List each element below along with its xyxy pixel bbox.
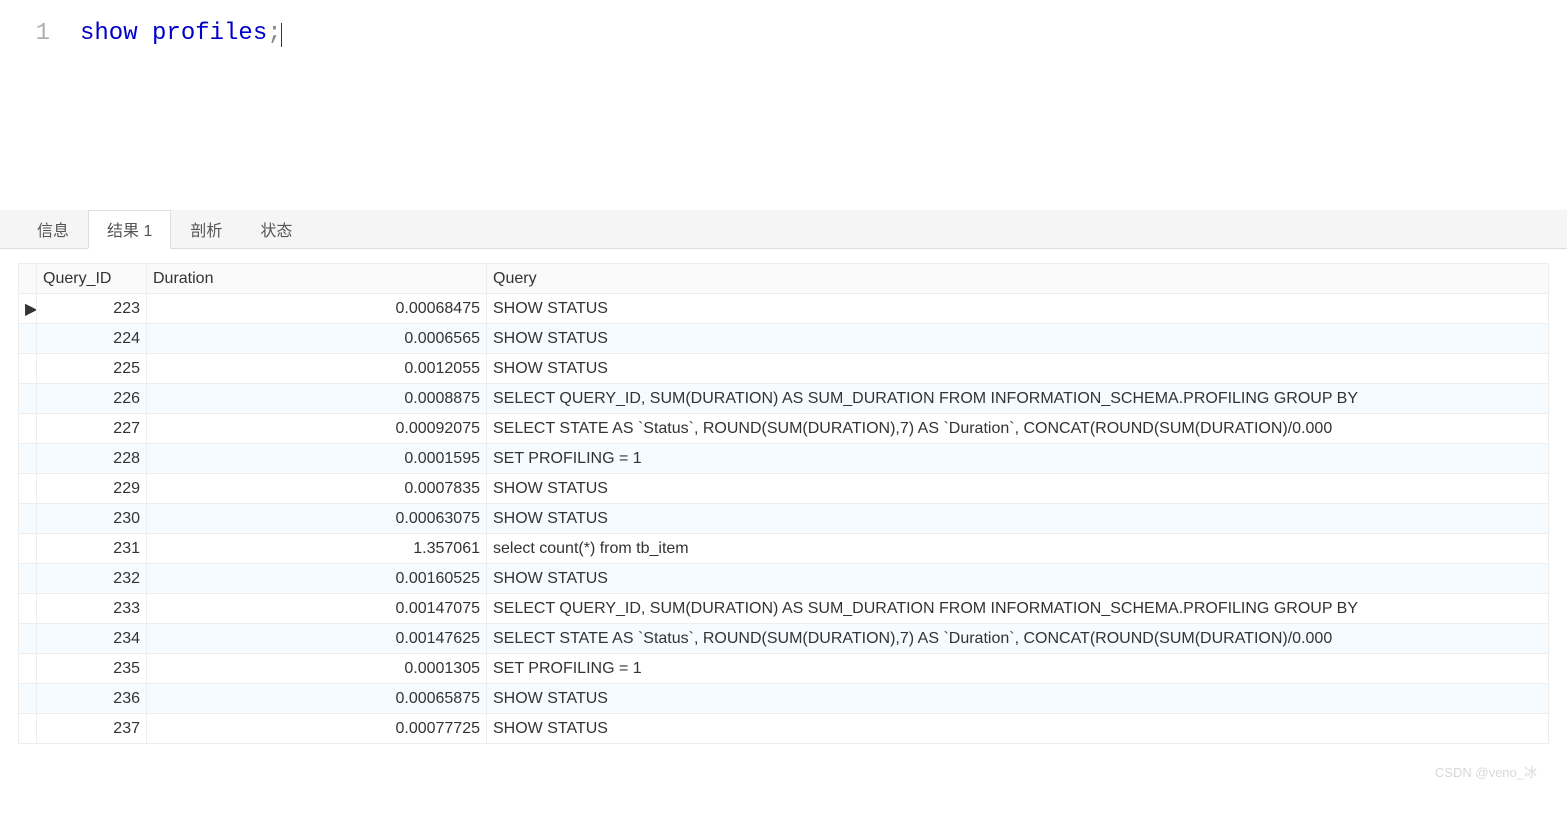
table-row[interactable]: 2320.00160525SHOW STATUS xyxy=(19,564,1549,594)
cell-query[interactable]: SHOW STATUS xyxy=(487,714,1549,744)
cell-query-id[interactable]: 232 xyxy=(37,564,147,594)
cell-duration[interactable]: 0.0001305 xyxy=(147,654,487,684)
cell-duration[interactable]: 1.357061 xyxy=(147,534,487,564)
table-row[interactable]: 2240.0006565SHOW STATUS xyxy=(19,324,1549,354)
cell-duration[interactable]: 0.00077725 xyxy=(147,714,487,744)
code-line: show profiles; xyxy=(80,20,282,47)
table-row[interactable]: 2300.00063075SHOW STATUS xyxy=(19,504,1549,534)
cell-query-id[interactable]: 230 xyxy=(37,504,147,534)
tab-2[interactable]: 剖析 xyxy=(171,210,241,248)
cell-query[interactable]: SET PROFILING = 1 xyxy=(487,444,1549,474)
cell-query[interactable]: select count(*) from tb_item xyxy=(487,534,1549,564)
row-selector[interactable] xyxy=(19,444,37,474)
result-tabs: 信息结果 1剖析状态 xyxy=(0,210,1567,249)
sql-editor[interactable]: 1 show profiles; xyxy=(0,0,1567,210)
table-row[interactable]: 2250.0012055SHOW STATUS xyxy=(19,354,1549,384)
cell-duration[interactable]: 0.00147075 xyxy=(147,594,487,624)
cell-query-id[interactable]: 226 xyxy=(37,384,147,414)
row-selector[interactable] xyxy=(19,384,37,414)
results-table[interactable]: Query_ID Duration Query ▶2230.00068475SH… xyxy=(18,263,1549,744)
cell-query-id[interactable]: 231 xyxy=(37,534,147,564)
cell-duration[interactable]: 0.00147625 xyxy=(147,624,487,654)
cell-query[interactable]: SELECT QUERY_ID, SUM(DURATION) AS SUM_DU… xyxy=(487,594,1549,624)
cell-duration[interactable]: 0.0012055 xyxy=(147,354,487,384)
row-selector[interactable]: ▶ xyxy=(19,294,37,324)
cell-query[interactable]: SET PROFILING = 1 xyxy=(487,654,1549,684)
row-selector[interactable] xyxy=(19,324,37,354)
cell-query-id[interactable]: 237 xyxy=(37,714,147,744)
cell-query[interactable]: SELECT STATE AS `Status`, ROUND(SUM(DURA… xyxy=(487,624,1549,654)
text-cursor-icon xyxy=(281,23,282,47)
cell-query-id[interactable]: 228 xyxy=(37,444,147,474)
cell-query[interactable]: SHOW STATUS xyxy=(487,324,1549,354)
tab-1[interactable]: 结果 1 xyxy=(88,210,171,249)
row-selector[interactable] xyxy=(19,504,37,534)
cell-query[interactable]: SHOW STATUS xyxy=(487,354,1549,384)
cell-query-id[interactable]: 224 xyxy=(37,324,147,354)
cell-query-id[interactable]: 235 xyxy=(37,654,147,684)
table-row[interactable]: 2290.0007835SHOW STATUS xyxy=(19,474,1549,504)
cell-query-id[interactable]: 234 xyxy=(37,624,147,654)
cell-duration[interactable]: 0.0007835 xyxy=(147,474,487,504)
column-header-query[interactable]: Query xyxy=(487,264,1549,294)
tab-0[interactable]: 信息 xyxy=(18,210,88,248)
table-row[interactable]: 2260.0008875SELECT QUERY_ID, SUM(DURATIO… xyxy=(19,384,1549,414)
watermark: CSDN @veno_冰 xyxy=(1435,762,1537,781)
cell-duration[interactable]: 0.0006565 xyxy=(147,324,487,354)
table-row[interactable]: 2270.00092075SELECT STATE AS `Status`, R… xyxy=(19,414,1549,444)
cell-query[interactable]: SELECT QUERY_ID, SUM(DURATION) AS SUM_DU… xyxy=(487,384,1549,414)
row-selector[interactable] xyxy=(19,354,37,384)
table-row[interactable]: 2370.00077725SHOW STATUS xyxy=(19,714,1549,744)
cell-duration[interactable]: 0.0001595 xyxy=(147,444,487,474)
cell-duration[interactable]: 0.00065875 xyxy=(147,684,487,714)
cell-duration[interactable]: 0.00092075 xyxy=(147,414,487,444)
row-selector[interactable] xyxy=(19,624,37,654)
cell-query-id[interactable]: 223 xyxy=(37,294,147,324)
cell-query-id[interactable]: 236 xyxy=(37,684,147,714)
table-row[interactable]: 2360.00065875SHOW STATUS xyxy=(19,684,1549,714)
cell-query-id[interactable]: 227 xyxy=(37,414,147,444)
cell-query[interactable]: SHOW STATUS xyxy=(487,474,1549,504)
table-row[interactable]: ▶2230.00068475SHOW STATUS xyxy=(19,294,1549,324)
table-row[interactable]: 2280.0001595SET PROFILING = 1 xyxy=(19,444,1549,474)
row-selector[interactable] xyxy=(19,654,37,684)
cell-duration[interactable]: 0.00068475 xyxy=(147,294,487,324)
cell-query-id[interactable]: 229 xyxy=(37,474,147,504)
cell-query-id[interactable]: 233 xyxy=(37,594,147,624)
row-selector[interactable] xyxy=(19,594,37,624)
row-selector[interactable] xyxy=(19,414,37,444)
row-selector[interactable] xyxy=(19,474,37,504)
cell-query[interactable]: SELECT STATE AS `Status`, ROUND(SUM(DURA… xyxy=(487,414,1549,444)
cell-query-id[interactable]: 225 xyxy=(37,354,147,384)
tab-3[interactable]: 状态 xyxy=(241,210,311,248)
cell-duration[interactable]: 0.0008875 xyxy=(147,384,487,414)
cell-duration[interactable]: 0.00063075 xyxy=(147,504,487,534)
table-row[interactable]: 2330.00147075SELECT QUERY_ID, SUM(DURATI… xyxy=(19,594,1549,624)
cell-query[interactable]: SHOW STATUS xyxy=(487,504,1549,534)
table-row[interactable]: 2340.00147625SELECT STATE AS `Status`, R… xyxy=(19,624,1549,654)
column-header-duration[interactable]: Duration xyxy=(147,264,487,294)
line-number: 1 xyxy=(20,20,80,47)
table-row[interactable]: 2311.357061select count(*) from tb_item xyxy=(19,534,1549,564)
cell-query[interactable]: SHOW STATUS xyxy=(487,684,1549,714)
cell-query[interactable]: SHOW STATUS xyxy=(487,294,1549,324)
cell-query[interactable]: SHOW STATUS xyxy=(487,564,1549,594)
row-selector[interactable] xyxy=(19,564,37,594)
row-selector[interactable] xyxy=(19,714,37,744)
table-row[interactable]: 2350.0001305SET PROFILING = 1 xyxy=(19,654,1549,684)
row-selector[interactable] xyxy=(19,534,37,564)
cell-duration[interactable]: 0.00160525 xyxy=(147,564,487,594)
column-header-query-id[interactable]: Query_ID xyxy=(37,264,147,294)
column-header-selector[interactable] xyxy=(19,264,37,294)
row-selector[interactable] xyxy=(19,684,37,714)
